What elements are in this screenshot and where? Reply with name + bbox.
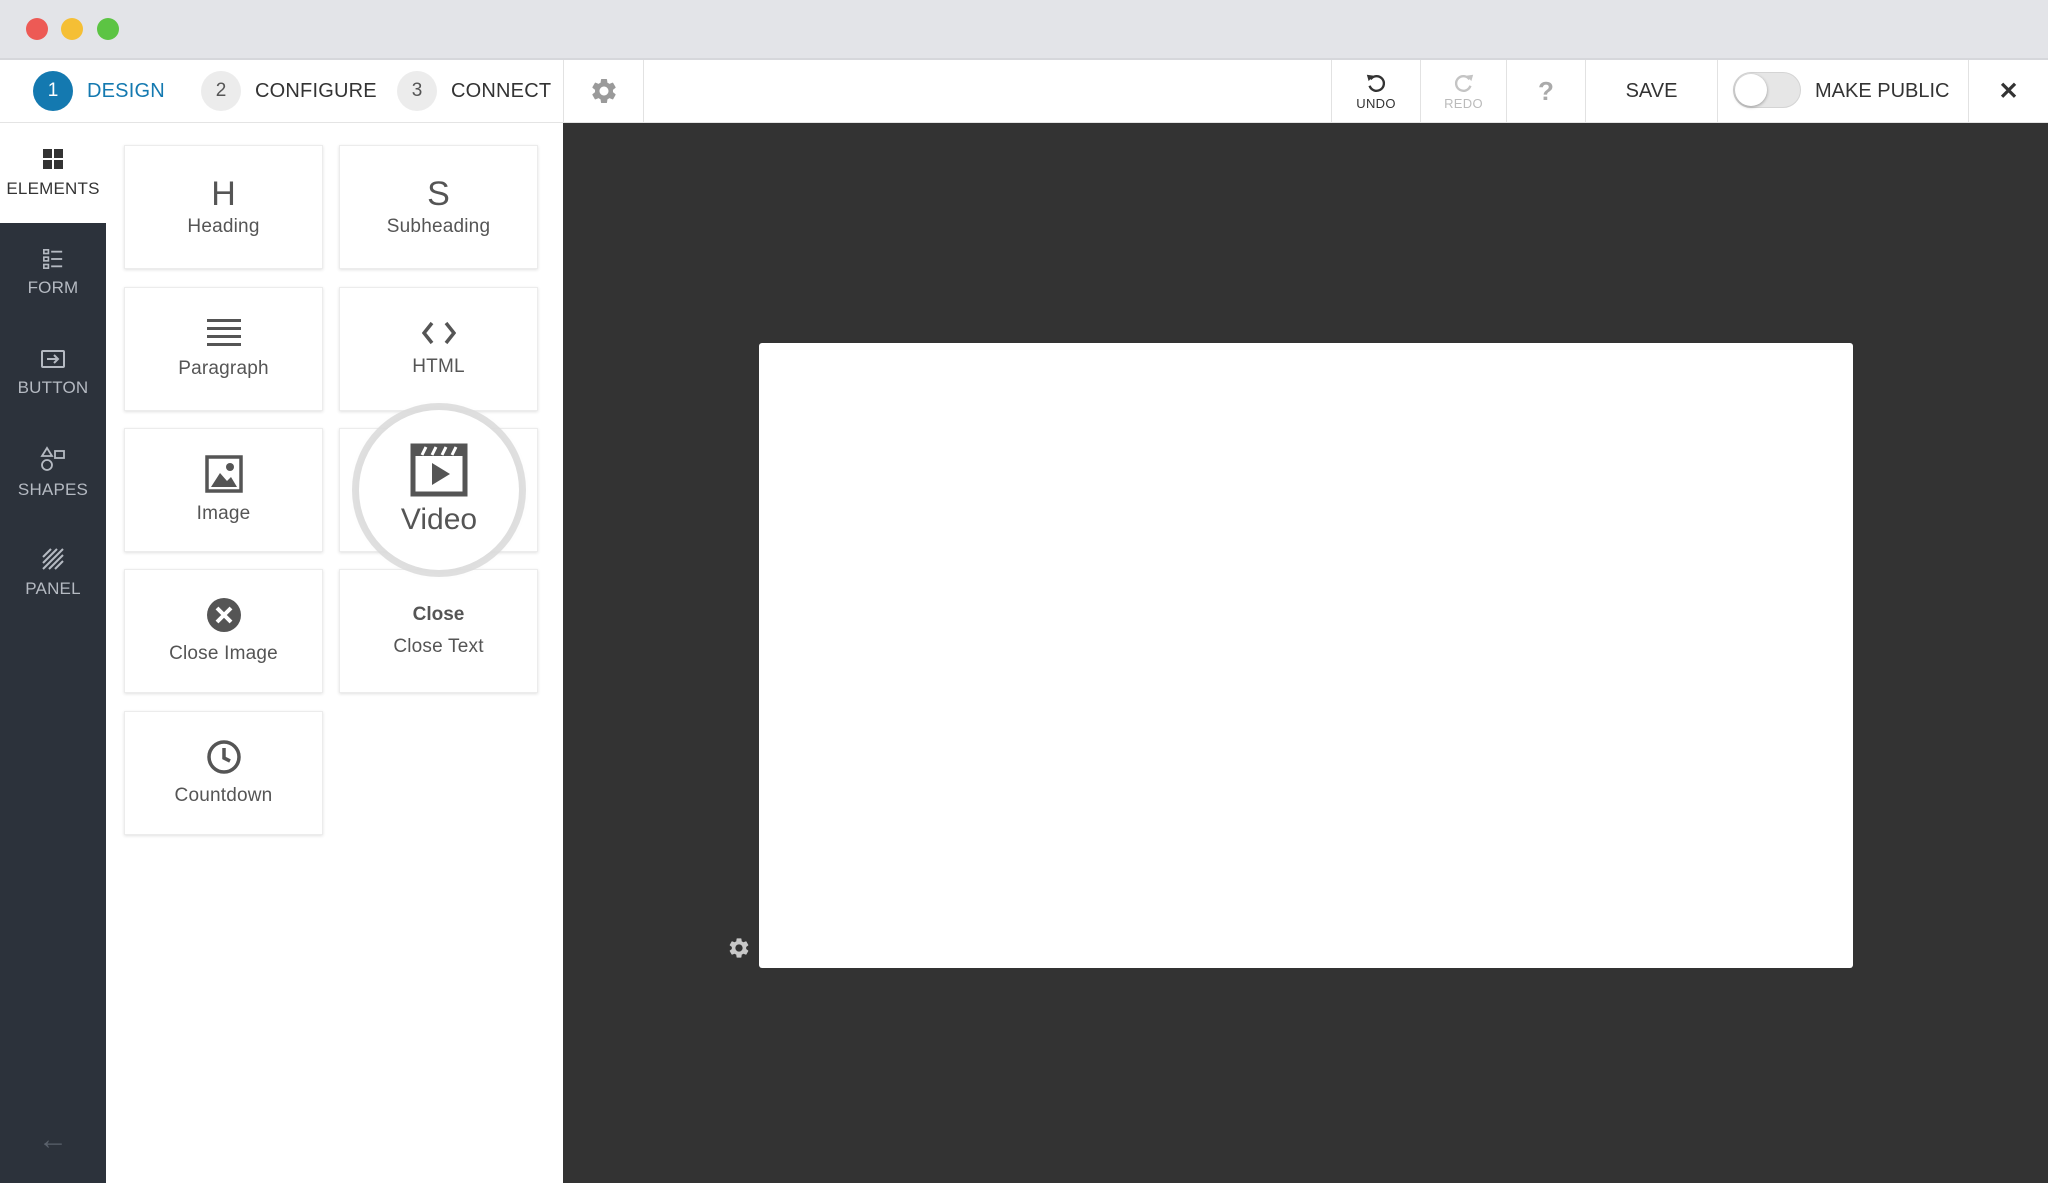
- grid-icon: [43, 149, 63, 169]
- element-countdown[interactable]: Countdown: [124, 711, 323, 835]
- gear-icon: [591, 78, 616, 103]
- heading-glyph: H: [211, 175, 236, 213]
- step-connect[interactable]: 3 CONNECT: [397, 71, 551, 111]
- subheading-glyph: S: [427, 175, 450, 213]
- window-title-bar: [0, 0, 2048, 60]
- step-number: 1: [33, 71, 73, 111]
- element-paragraph[interactable]: Paragraph: [124, 287, 323, 411]
- popup-artboard[interactable]: [759, 343, 1853, 968]
- element-image[interactable]: Image: [124, 428, 323, 552]
- sidebar-item-elements[interactable]: ELEMENTS: [0, 123, 106, 223]
- close-text-glyph: Close: [412, 604, 465, 625]
- help-button[interactable]: ?: [1507, 60, 1585, 122]
- artboard-settings-button[interactable]: [727, 936, 751, 965]
- element-close-text[interactable]: Close Close Text: [339, 569, 538, 693]
- undo-label: UNDO: [1356, 95, 1396, 111]
- paragraph-icon: [206, 319, 241, 346]
- step-design[interactable]: 1 DESIGN: [33, 71, 165, 111]
- redo-label: REDO: [1444, 95, 1483, 111]
- step-label: DESIGN: [87, 79, 165, 102]
- form-icon: [43, 249, 63, 269]
- element-label: Video: [400, 503, 478, 536]
- button-icon: [41, 350, 65, 368]
- video-clapper-icon: [410, 443, 468, 497]
- element-subheading[interactable]: S Subheading: [339, 145, 538, 269]
- element-html[interactable]: HTML: [339, 287, 538, 411]
- sidebar-item-label: SHAPES: [17, 480, 89, 499]
- undo-icon: [1366, 74, 1386, 92]
- close-icon: ✕: [1998, 77, 2019, 105]
- close-editor-button[interactable]: ✕: [1969, 60, 2048, 122]
- panel-icon: [42, 548, 64, 570]
- divider: [1717, 60, 1718, 122]
- image-icon: [204, 455, 243, 493]
- sidebar-item-label: BUTTON: [17, 378, 89, 397]
- shapes-icon: [40, 446, 65, 471]
- help-icon: ?: [1538, 75, 1554, 106]
- element-label: Close Text: [393, 636, 484, 657]
- divider: [643, 60, 644, 122]
- undo-button[interactable]: UNDO: [1332, 60, 1420, 122]
- element-label: HTML: [412, 356, 465, 377]
- sidebar-item-panel[interactable]: PANEL: [0, 523, 106, 623]
- clock-icon: [206, 740, 241, 774]
- element-label: Countdown: [174, 785, 273, 806]
- element-heading[interactable]: H Heading: [124, 145, 323, 269]
- window-minimize-button[interactable]: [61, 18, 83, 40]
- element-label: Close Image: [169, 643, 278, 664]
- element-label: Subheading: [386, 216, 491, 237]
- make-public-toggle[interactable]: [1733, 72, 1801, 108]
- step-number: 3: [397, 71, 437, 111]
- settings-button[interactable]: [564, 60, 643, 122]
- window-maximize-button[interactable]: [97, 18, 119, 40]
- sidebar-item-label: ELEMENTS: [6, 179, 100, 198]
- element-label: Heading: [187, 216, 260, 237]
- elements-panel: H Heading S Subheading Paragraph HTML Im…: [106, 123, 564, 1183]
- step-number: 2: [201, 71, 241, 111]
- make-public-label: MAKE PUBLIC: [1815, 80, 1950, 102]
- element-close-image[interactable]: Close Image: [124, 569, 323, 693]
- step-configure[interactable]: 2 CONFIGURE: [201, 71, 377, 111]
- element-label: Image: [196, 503, 251, 524]
- sidebar-item-button[interactable]: BUTTON: [0, 323, 106, 423]
- sidebar-item-label: FORM: [27, 278, 79, 297]
- window-close-button[interactable]: [26, 18, 48, 40]
- video-hover-highlight[interactable]: Video: [359, 410, 519, 570]
- gear-icon: [729, 938, 749, 958]
- redo-icon: [1454, 74, 1473, 92]
- element-label: Paragraph: [178, 358, 269, 379]
- code-icon: [421, 321, 456, 345]
- step-label: CONFIGURE: [255, 79, 377, 102]
- redo-button[interactable]: REDO: [1421, 60, 1506, 122]
- sidebar-item-form[interactable]: FORM: [0, 223, 106, 323]
- left-sidebar: ELEMENTS FORM BUTTON SHAPES PANEL ←: [0, 123, 106, 1183]
- toggle-knob: [1735, 74, 1767, 106]
- step-label: CONNECT: [451, 79, 552, 102]
- save-button[interactable]: SAVE: [1586, 60, 1717, 122]
- collapse-sidebar-button[interactable]: ←: [0, 1123, 106, 1157]
- sidebar-item-shapes[interactable]: SHAPES: [0, 423, 106, 523]
- close-circle-icon: [206, 598, 241, 632]
- sidebar-item-label: PANEL: [25, 579, 81, 598]
